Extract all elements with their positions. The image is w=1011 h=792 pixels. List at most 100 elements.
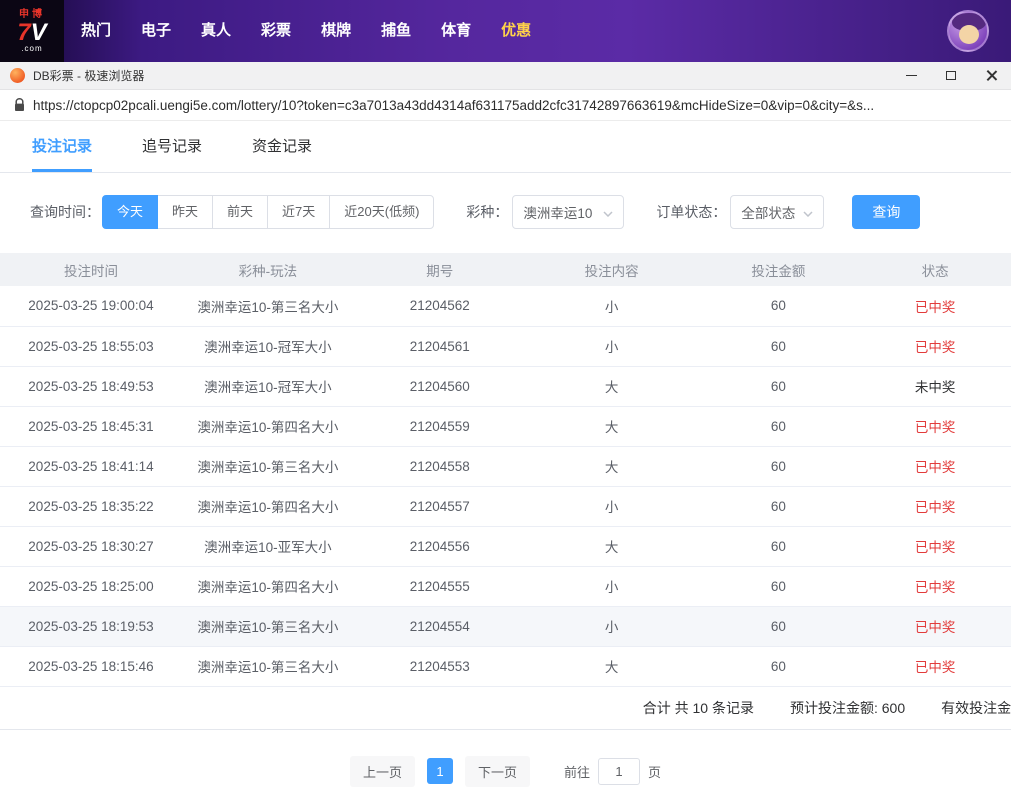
cell-time: 2025-03-25 18:49:53 <box>0 366 182 407</box>
lottery-select-value: 澳洲幸运10 <box>523 206 593 221</box>
current-page-button[interactable]: 1 <box>426 758 453 784</box>
close-button[interactable] <box>971 62 1011 89</box>
table-row: 2025-03-25 18:30:27 澳洲幸运10-亚军大小 21204556 大 6… <box>0 526 1011 567</box>
summary-bar: 合计 共 10 条记录 预计投注金额: 600 有效投注金额: <box>0 687 1011 730</box>
table-row: 2025-03-25 18:45:31 澳洲幸运10-第四名大小 21204559 大… <box>0 406 1011 447</box>
prev-page-button[interactable]: 上一页 <box>349 755 415 787</box>
window-title: DB彩票 - 极速浏览器 <box>33 69 145 83</box>
nav-item-热门[interactable]: 热门 <box>66 0 126 62</box>
cell-status: 未中奖 <box>859 366 1011 407</box>
cell-game: 澳洲幸运10-冠军大小 <box>181 326 354 367</box>
tab-追号记录[interactable]: 追号记录 <box>142 135 202 172</box>
tab-bar: 投注记录 追号记录 资金记录 <box>0 121 1011 173</box>
order-status-select[interactable]: 全部状态 <box>730 195 825 229</box>
cell-time: 2025-03-25 18:25:00 <box>0 566 182 607</box>
cell-status: 已中奖 <box>859 486 1011 527</box>
cell-game: 澳洲幸运10-第三名大小 <box>181 286 354 327</box>
cell-amount: 60 <box>697 486 860 527</box>
nav-item-彩票[interactable]: 彩票 <box>246 0 306 62</box>
bet-records-table: 投注时间 彩种-玩法 期号 投注内容 投注金额 状态 2025-03-25 19:00:0… <box>0 253 1011 687</box>
summary-valid-amount: 有效投注金额: <box>941 699 1011 716</box>
tab-投注记录[interactable]: 投注记录 <box>32 135 93 172</box>
cell-content: 大 <box>525 446 698 487</box>
minimize-icon <box>905 75 917 76</box>
pagination: 上一页 1 下一页 前往 页 <box>0 755 1011 787</box>
minimize-button[interactable] <box>891 62 931 89</box>
chevron-down-icon <box>803 205 813 220</box>
time-filter-近20天(低频)[interactable]: 近20天(低频) <box>329 195 435 229</box>
lottery-select[interactable]: 澳洲幸运10 <box>512 195 625 229</box>
nav-item-优惠[interactable]: 优惠 <box>486 0 546 62</box>
column-header-time: 投注时间 <box>0 253 182 286</box>
nav-item-体育[interactable]: 体育 <box>426 0 486 62</box>
cell-time: 2025-03-25 18:30:27 <box>0 526 182 567</box>
browser-title-bar: DB彩票 - 极速浏览器 <box>0 62 1011 90</box>
top-nav: 申博 7V .com 热门 电子 真人 彩票 棋牌 捕鱼 体育 优惠 <box>0 0 1011 62</box>
window-controls <box>891 62 1011 89</box>
browser-url-bar[interactable]: https://ctopcp02pcali.uengi5e.com/lotter… <box>0 90 1011 121</box>
table-body: 2025-03-25 19:00:04 澳洲幸运10-第三名大小 21204562 小… <box>0 286 1011 687</box>
cell-time: 2025-03-25 18:19:53 <box>0 606 182 647</box>
cell-amount: 60 <box>697 526 860 567</box>
cell-issue: 21204556 <box>353 526 526 567</box>
time-filter-近7天[interactable]: 近7天 <box>267 195 331 229</box>
next-page-button[interactable]: 下一页 <box>464 755 530 787</box>
cell-game: 澳洲幸运10-第三名大小 <box>181 606 354 647</box>
cell-issue: 21204561 <box>353 326 526 367</box>
cell-content: 大 <box>525 366 698 407</box>
nav-item-棋牌[interactable]: 棋牌 <box>306 0 366 62</box>
nav-item-真人[interactable]: 真人 <box>186 0 246 62</box>
nav-item-电子[interactable]: 电子 <box>126 0 186 62</box>
cell-issue: 21204560 <box>353 366 526 407</box>
chevron-down-icon <box>603 205 613 220</box>
page-content: 投注记录 追号记录 资金记录 查询时间： 今天 昨天 前天 近7天 近20天(低频) 彩种：… <box>0 121 1011 792</box>
main-nav: 热门 电子 真人 彩票 棋牌 捕鱼 体育 优惠 <box>66 0 546 62</box>
cell-game: 澳洲幸运10-冠军大小 <box>181 366 354 407</box>
url-text: https://ctopcp02pcali.uengi5e.com/lotter… <box>33 97 875 113</box>
cell-time: 2025-03-25 19:00:04 <box>0 286 182 327</box>
tab-资金记录[interactable]: 资金记录 <box>252 135 312 172</box>
cell-amount: 60 <box>697 606 860 647</box>
cell-content: 小 <box>525 566 698 607</box>
cell-issue: 21204554 <box>353 606 526 647</box>
cell-issue: 21204555 <box>353 566 526 607</box>
logo-text-sub: .com <box>21 43 43 53</box>
cell-amount: 60 <box>697 566 860 607</box>
goto-page-input[interactable] <box>598 757 641 785</box>
lock-icon <box>14 98 25 112</box>
logo-text-main: 7V <box>17 18 47 46</box>
cell-amount: 60 <box>697 646 860 687</box>
lottery-select-label: 彩种： <box>466 204 509 220</box>
cell-time: 2025-03-25 18:55:03 <box>0 326 182 367</box>
cell-status: 已中奖 <box>859 446 1011 487</box>
search-button[interactable]: 查询 <box>852 195 921 229</box>
cell-game: 澳洲幸运10-第四名大小 <box>181 406 354 447</box>
cell-content: 大 <box>525 526 698 567</box>
cell-status: 已中奖 <box>859 566 1011 607</box>
column-header-amount: 投注金额 <box>697 253 860 286</box>
column-header-status: 状态 <box>859 253 1011 286</box>
table-row: 2025-03-25 18:15:46 澳洲幸运10-第三名大小 21204553 大… <box>0 646 1011 687</box>
cell-content: 小 <box>525 286 698 327</box>
cell-issue: 21204553 <box>353 646 526 687</box>
time-filter-前天[interactable]: 前天 <box>212 195 269 229</box>
time-filter-昨天[interactable]: 昨天 <box>157 195 214 229</box>
cell-issue: 21204558 <box>353 446 526 487</box>
cell-amount: 60 <box>697 406 860 447</box>
site-logo[interactable]: 申博 7V .com <box>0 0 64 62</box>
nav-item-捕鱼[interactable]: 捕鱼 <box>366 0 426 62</box>
table-row: 2025-03-25 18:55:03 澳洲幸运10-冠军大小 21204561 小 6… <box>0 326 1011 367</box>
time-filter-今天[interactable]: 今天 <box>102 195 159 229</box>
cell-issue: 21204562 <box>353 286 526 327</box>
cell-time: 2025-03-25 18:15:46 <box>0 646 182 687</box>
user-avatar[interactable] <box>947 10 989 52</box>
cell-status: 已中奖 <box>859 606 1011 647</box>
cell-content: 大 <box>525 406 698 447</box>
time-filter-label: 查询时间： <box>30 204 100 220</box>
cell-content: 大 <box>525 646 698 687</box>
cell-status: 已中奖 <box>859 526 1011 567</box>
table-row: 2025-03-25 18:35:22 澳洲幸运10-第四名大小 21204557 小… <box>0 486 1011 527</box>
maximize-button[interactable] <box>931 62 971 89</box>
table-row: 2025-03-25 18:41:14 澳洲幸运10-第三名大小 21204558 大… <box>0 446 1011 487</box>
table-header-row: 投注时间 彩种-玩法 期号 投注内容 投注金额 状态 <box>0 253 1011 286</box>
